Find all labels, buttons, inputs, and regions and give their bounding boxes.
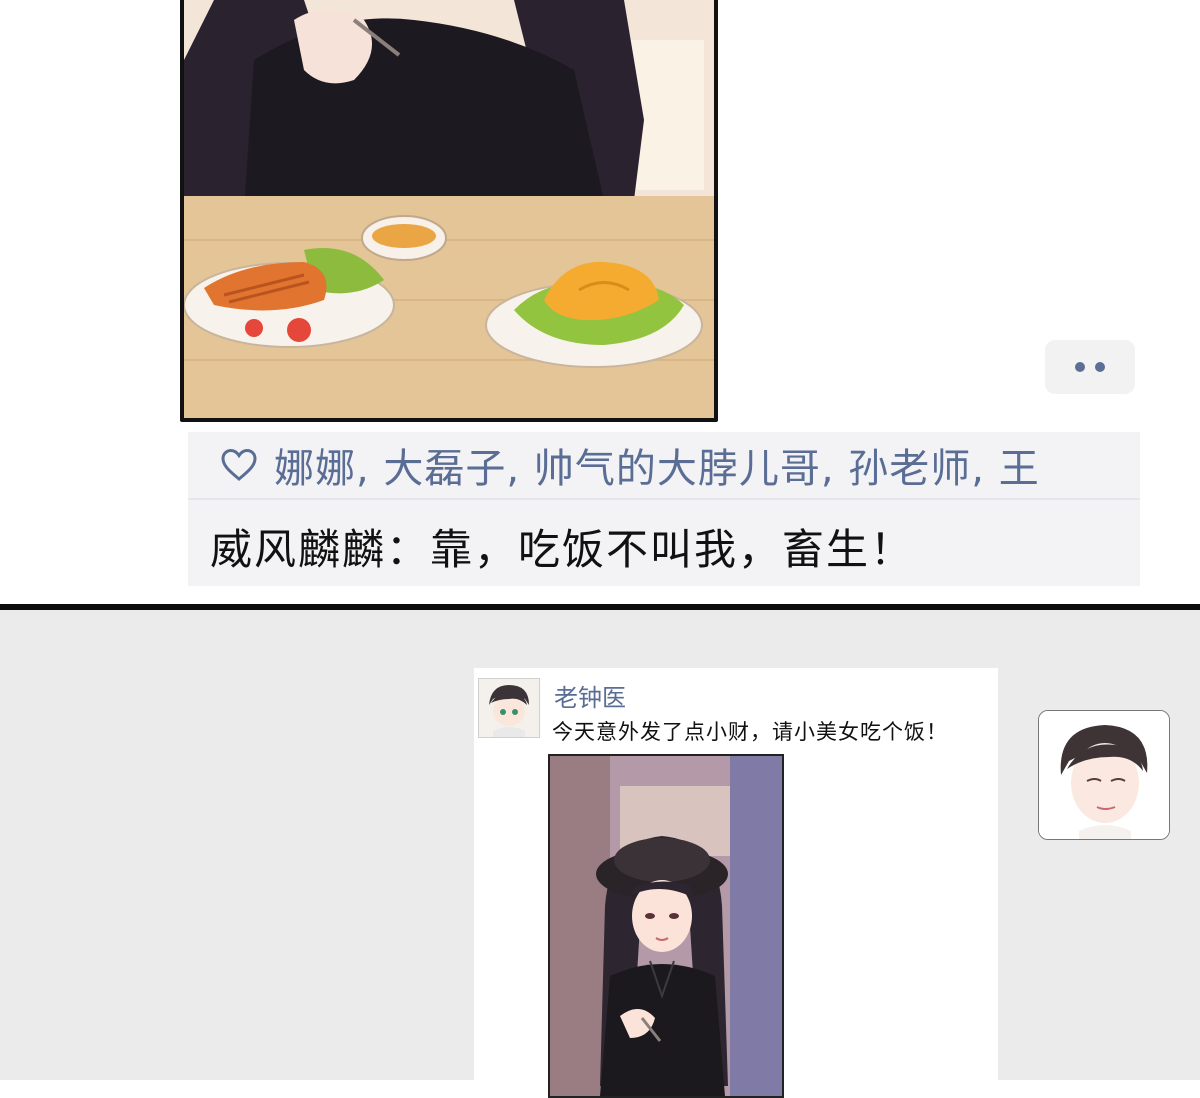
likes-names[interactable]: 娜娜, 大磊子, 帅气的大脖儿哥, 孙老师, 王 [274, 436, 1040, 494]
woman-portrait-illustration [550, 756, 782, 1096]
poster-profile-avatar[interactable] [1038, 710, 1170, 840]
meal-illustration [184, 0, 714, 418]
shared-photo[interactable] [180, 0, 718, 422]
post-author-name[interactable]: 老钟医 [554, 678, 626, 713]
post-photo[interactable] [548, 754, 784, 1098]
more-dots-icon [1075, 362, 1085, 372]
interaction-box: 娜娜, 大磊子, 帅气的大脖儿哥, 孙老师, 王 威风麟麟：靠，吃饭不叫我，畜生… [188, 432, 1140, 586]
more-options-button[interactable] [1045, 340, 1135, 394]
comment-text: 靠，吃饭不叫我，畜生！ [430, 525, 915, 574]
heart-outline-icon[interactable] [220, 448, 258, 482]
comment-item[interactable]: 威风麟麟：靠，吃饭不叫我，畜生！ [210, 516, 914, 577]
comment-separator: ： [386, 525, 431, 574]
more-dots-icon [1095, 362, 1105, 372]
post-author-avatar[interactable] [478, 678, 540, 738]
top-panel: 娜娜, 大磊子, 帅气的大脖儿哥, 孙老师, 王 威风麟麟：靠，吃饭不叫我，畜生… [0, 0, 1200, 606]
chibi-avatar-icon [479, 679, 539, 737]
post-text: 今天意外发了点小财，请小美女吃个饭！ [552, 720, 948, 744]
bottom-panel: 老钟医 今天意外发了点小财，请小美女吃个饭！ [0, 610, 1200, 1098]
man-portrait-icon [1039, 711, 1169, 839]
comment-author[interactable]: 威风麟麟 [210, 525, 386, 574]
moment-post-card: 老钟医 今天意外发了点小财，请小美女吃个饭！ [474, 668, 998, 1098]
likes-row: 娜娜, 大磊子, 帅气的大脖儿哥, 孙老师, 王 [188, 432, 1140, 500]
